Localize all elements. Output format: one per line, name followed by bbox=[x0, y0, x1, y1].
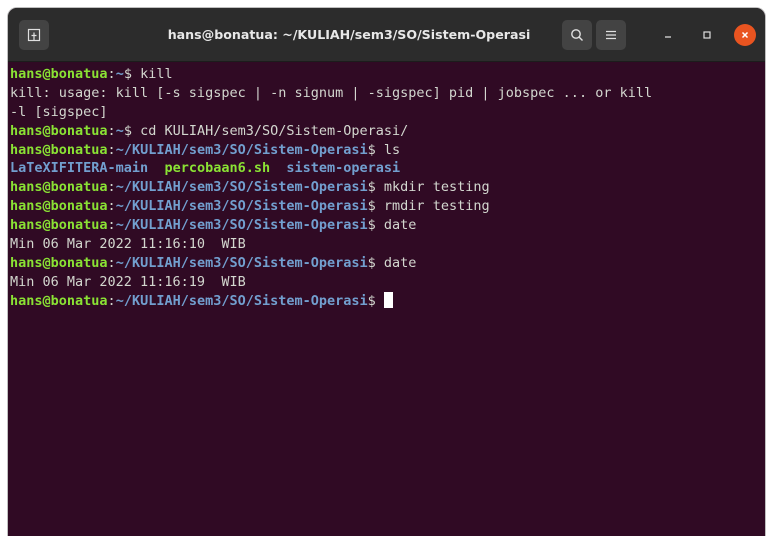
terminal-line: -l [sigspec] bbox=[10, 103, 765, 122]
output-text: Min 06 Mar 2022 11:16:19 WIB bbox=[10, 273, 246, 290]
terminal-line: hans@bonatua:~/KULIAH/sem3/SO/Sistem-Ope… bbox=[10, 197, 765, 216]
terminal-line: hans@bonatua:~$ cd KULIAH/sem3/SO/Sistem… bbox=[10, 122, 765, 141]
prompt-path: ~/KULIAH/sem3/SO/Sistem-Operasi bbox=[115, 292, 368, 309]
close-icon bbox=[741, 31, 749, 39]
terminal-line: LaTeXIFITERA-main percobaan6.sh sistem-o… bbox=[10, 159, 765, 178]
ls-entry-directory: LaTeXIFITERA-main bbox=[10, 160, 149, 177]
terminal-line: hans@bonatua:~/KULIAH/sem3/SO/Sistem-Ope… bbox=[10, 178, 765, 197]
prompt-path: ~ bbox=[115, 122, 124, 139]
output-text: kill: usage: kill [-s sigspec | -n signu… bbox=[10, 84, 653, 101]
prompt-user: hans@bonatua bbox=[10, 292, 108, 309]
terminal-line: Min 06 Mar 2022 11:16:10 WIB bbox=[10, 235, 765, 254]
prompt-user: hans@bonatua bbox=[10, 122, 108, 139]
prompt-path: ~/KULIAH/sem3/SO/Sistem-Operasi bbox=[115, 141, 368, 158]
window-title: hans@bonatua: ~/KULIAH/sem3/SO/Sistem-Op… bbox=[167, 27, 531, 42]
maximize-icon bbox=[703, 31, 711, 39]
ls-entry-directory: sistem-operasi bbox=[286, 160, 401, 177]
prompt-separator: : bbox=[107, 122, 116, 139]
prompt-separator: : bbox=[107, 179, 116, 196]
output-text: Min 06 Mar 2022 11:16:10 WIB bbox=[10, 236, 246, 253]
prompt-dollar: $ bbox=[123, 66, 141, 82]
prompt-dollar: $ bbox=[367, 254, 384, 271]
terminal-line: hans@bonatua:~/KULIAH/sem3/SO/Sistem-Ope… bbox=[10, 141, 765, 160]
terminal-line: hans@bonatua:~/KULIAH/sem3/SO/Sistem-Ope… bbox=[10, 254, 765, 273]
new-tab-icon bbox=[27, 28, 41, 42]
ls-spacer bbox=[270, 160, 286, 176]
prompt-path: ~/KULIAH/sem3/SO/Sistem-Operasi bbox=[115, 198, 368, 215]
command-text: cd KULIAH/sem3/SO/Sistem-Operasi/ bbox=[140, 122, 409, 139]
prompt-user: hans@bonatua bbox=[10, 198, 108, 215]
title-bar[interactable]: hans@bonatua: ~/KULIAH/sem3/SO/Sistem-Op… bbox=[8, 8, 765, 62]
prompt-user: hans@bonatua bbox=[10, 141, 108, 158]
prompt-separator: : bbox=[107, 198, 116, 215]
terminal-line: hans@bonatua:~/KULIAH/sem3/SO/Sistem-Ope… bbox=[10, 291, 765, 311]
prompt-dollar: $ bbox=[367, 141, 384, 158]
terminal-line: Min 06 Mar 2022 11:16:19 WIB bbox=[10, 273, 765, 292]
output-text: -l [sigspec] bbox=[10, 103, 108, 120]
menu-button[interactable] bbox=[596, 20, 626, 50]
terminal-line: kill: usage: kill [-s sigspec | -n signu… bbox=[10, 84, 765, 103]
prompt-separator: : bbox=[107, 254, 116, 271]
prompt-user: hans@bonatua bbox=[10, 254, 108, 271]
close-button[interactable] bbox=[734, 24, 756, 46]
prompt-separator: : bbox=[107, 217, 116, 234]
terminal-cursor bbox=[383, 291, 393, 308]
prompt-dollar: $ bbox=[367, 198, 384, 215]
prompt-separator: : bbox=[107, 141, 116, 158]
minimize-button[interactable] bbox=[657, 24, 679, 46]
prompt-path: ~/KULIAH/sem3/SO/Sistem-Operasi bbox=[115, 179, 368, 196]
prompt-path: ~ bbox=[115, 66, 124, 82]
command-text: ls bbox=[383, 141, 401, 158]
command-text: date bbox=[383, 217, 417, 234]
terminal-output[interactable]: hans@bonatua:~$ kill kill: usage: kill [… bbox=[8, 63, 765, 536]
prompt-dollar: $ bbox=[367, 179, 384, 196]
maximize-button[interactable] bbox=[696, 24, 718, 46]
search-icon bbox=[571, 29, 583, 41]
prompt-path: ~/KULIAH/sem3/SO/Sistem-Operasi bbox=[115, 254, 368, 271]
terminal-window: hans@bonatua: ~/KULIAH/sem3/SO/Sistem-Op… bbox=[8, 8, 765, 536]
prompt-separator: : bbox=[107, 292, 116, 309]
prompt-dollar: $ bbox=[367, 292, 384, 309]
new-tab-button[interactable] bbox=[19, 20, 49, 50]
command-text: mkdir testing bbox=[383, 179, 490, 196]
hamburger-menu-icon bbox=[606, 30, 616, 40]
prompt-user: hans@bonatua bbox=[10, 179, 108, 196]
ls-spacer bbox=[148, 160, 164, 176]
search-button[interactable] bbox=[562, 20, 592, 50]
prompt-dollar: $ bbox=[123, 122, 141, 139]
terminal-line: hans@bonatua:~/KULIAH/sem3/SO/Sistem-Ope… bbox=[10, 216, 765, 235]
prompt-user: hans@bonatua bbox=[10, 66, 108, 82]
terminal-line: hans@bonatua:~$ kill bbox=[10, 65, 765, 84]
command-text: kill bbox=[140, 66, 173, 82]
prompt-user: hans@bonatua bbox=[10, 217, 108, 234]
command-text: date bbox=[383, 254, 417, 271]
prompt-path: ~/KULIAH/sem3/SO/Sistem-Operasi bbox=[115, 217, 368, 234]
command-text: rmdir testing bbox=[383, 198, 490, 215]
ls-entry-executable: percobaan6.sh bbox=[164, 160, 271, 177]
minimize-icon bbox=[665, 36, 671, 38]
prompt-dollar: $ bbox=[367, 217, 384, 234]
prompt-separator: : bbox=[107, 66, 116, 82]
